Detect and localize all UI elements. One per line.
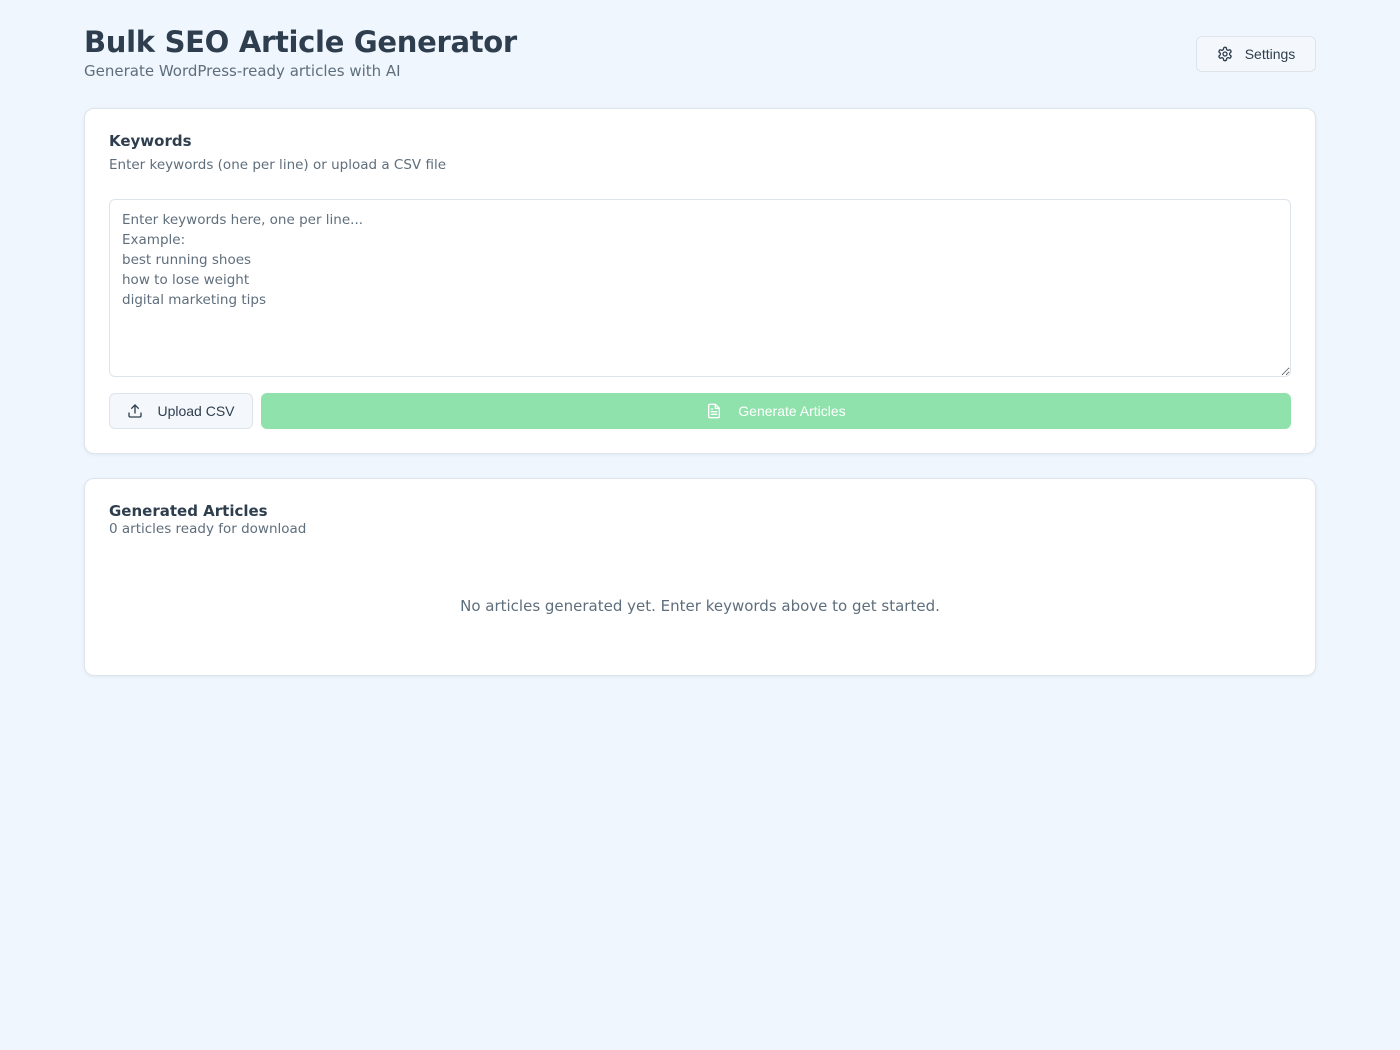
keywords-card: Keywords Enter keywords (one per line) o… [84, 108, 1316, 454]
keywords-textarea[interactable] [109, 199, 1291, 377]
keywords-title: Keywords [109, 132, 192, 150]
settings-button[interactable]: Settings [1196, 36, 1316, 72]
keywords-description: Enter keywords (one per line) or upload … [109, 157, 446, 173]
file-text-icon [706, 403, 722, 419]
page-header: Bulk SEO Article Generator Generate Word… [84, 24, 1316, 84]
generate-articles-label: Generate Articles [738, 403, 846, 419]
empty-state-message: No articles generated yet. Enter keyword… [460, 597, 940, 615]
generate-articles-button[interactable]: Generate Articles [261, 393, 1291, 429]
generated-articles-title: Generated Articles [109, 502, 268, 520]
settings-label: Settings [1244, 46, 1296, 62]
generated-articles-card: Generated Articles 0 articles ready for … [84, 478, 1316, 676]
articles-count: 0 articles ready for download [109, 521, 307, 537]
page-title: Bulk SEO Article Generator [84, 25, 517, 59]
gear-icon [1217, 46, 1233, 62]
upload-csv-button[interactable]: Upload CSV [109, 393, 253, 429]
page-subtitle: Generate WordPress-ready articles with A… [84, 62, 401, 80]
upload-icon [127, 403, 143, 419]
upload-csv-label: Upload CSV [157, 403, 235, 419]
